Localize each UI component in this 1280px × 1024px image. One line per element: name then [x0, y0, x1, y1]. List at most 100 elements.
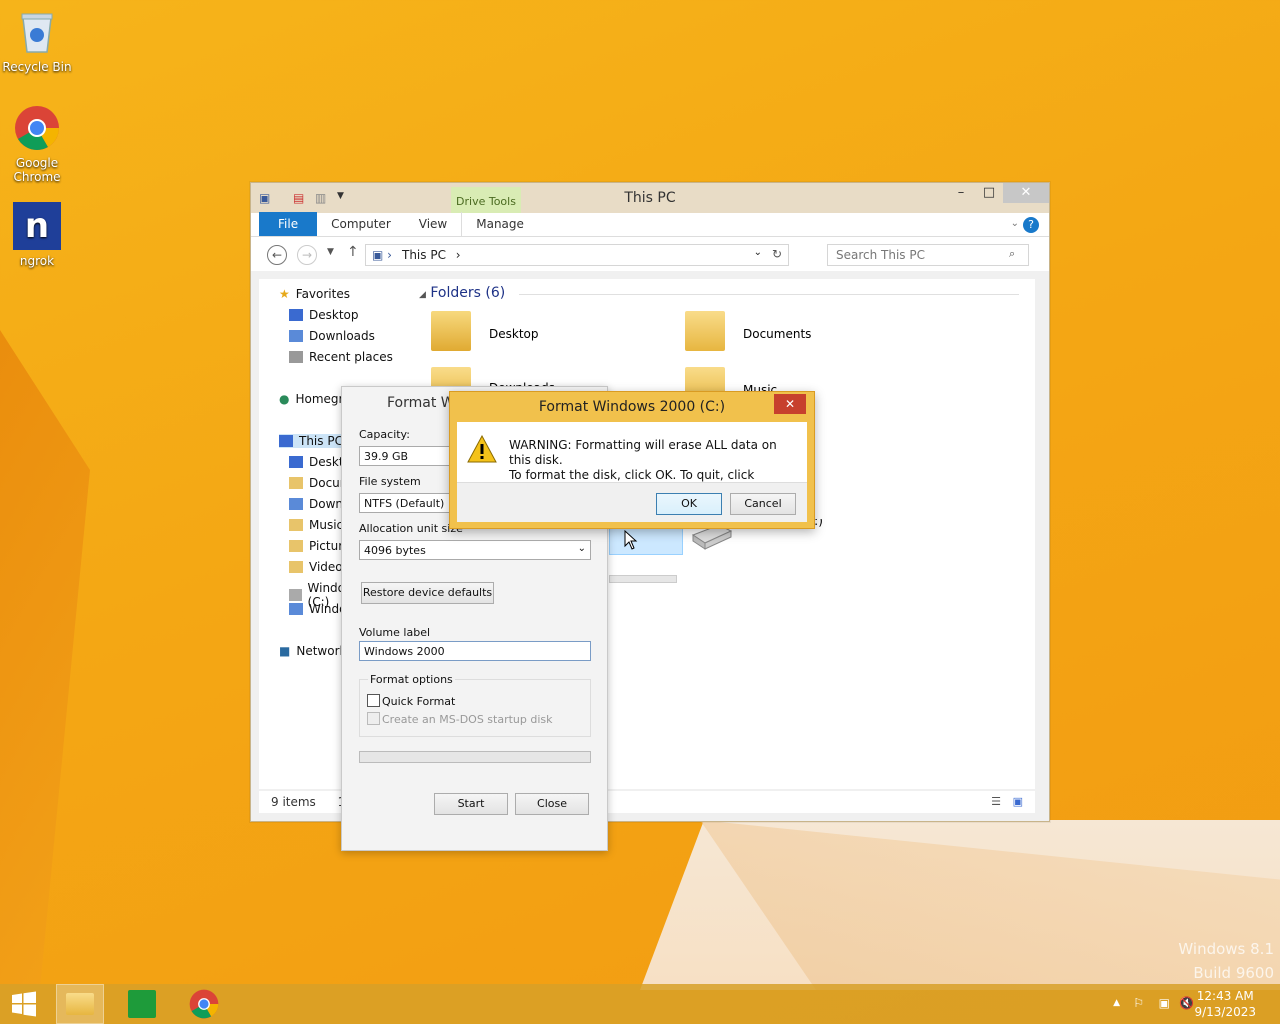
forward-icon[interactable]: → — [297, 245, 317, 265]
chevron-down-icon: ⌄ — [577, 543, 586, 554]
address-input[interactable]: ▣ › This PC › ⌄ ↻ — [365, 244, 789, 266]
back-icon[interactable]: ← — [267, 245, 287, 265]
msdos-label: Create an MS-DOS startup disk — [382, 713, 553, 726]
confirm-dialog: Format Windows 2000 (C:) ✕ WARNING: Form… — [449, 391, 815, 529]
confirm-close-button[interactable]: ✕ — [774, 394, 806, 414]
downloads-icon — [289, 330, 303, 342]
up-icon[interactable]: ↑ — [347, 244, 359, 260]
confirm-body: WARNING: Formatting will erase ALL data … — [457, 422, 807, 522]
documents-folder-icon — [685, 311, 725, 351]
this-pc-icon: ▣ › — [372, 248, 392, 262]
nav-fav-downloads[interactable]: Downloads — [289, 329, 375, 343]
quick-format-label: Quick Format — [382, 695, 456, 708]
tab-computer[interactable]: Computer — [317, 212, 405, 236]
windows-logo-icon — [12, 991, 36, 1017]
taskbar-file-explorer[interactable] — [56, 984, 104, 1024]
quick-format-checkbox[interactable] — [367, 694, 380, 707]
nav-fav-desktop[interactable]: Desktop — [289, 308, 359, 322]
volume-muted-icon[interactable]: 🔇 — [1179, 996, 1194, 1010]
desktop-icon-recycle-bin[interactable]: Recycle Bin — [2, 8, 72, 74]
taskbar-chrome[interactable] — [180, 984, 228, 1024]
os-watermark: Windows 8.1 — [1178, 940, 1274, 958]
tab-file[interactable]: File — [259, 212, 318, 236]
allocation-label: Allocation unit size — [359, 522, 463, 535]
desktop-icon-ngrok[interactable]: n ngrok — [2, 202, 72, 268]
address-bar-row: ← → ▼ ↑ ▣ › This PC › ⌄ ↻ Search This PC… — [251, 237, 1049, 271]
desktop-icon — [289, 309, 303, 321]
large-icons-view-icon[interactable]: ▣ — [1013, 795, 1023, 808]
close-format-button[interactable]: Close — [515, 793, 589, 815]
search-input[interactable]: Search This PC — [827, 244, 1029, 266]
folders-group-header[interactable]: ◢ Folders (6) — [419, 285, 505, 301]
nav-fav-recent[interactable]: Recent places — [289, 350, 393, 364]
allocation-value: 4096 bytes — [364, 544, 426, 557]
clock-time: 12:43 AM — [1196, 989, 1254, 1003]
volume-label-input[interactable]: Windows 2000 — [359, 641, 591, 661]
desktop-icon-label: Recycle Bin — [2, 60, 72, 74]
warning-icon — [467, 434, 497, 466]
chrome-icon — [13, 104, 61, 152]
wallpaper-shape — [0, 330, 90, 1024]
warning-line-1: WARNING: Formatting will erase ALL data … — [509, 438, 777, 467]
network-tray-icon[interactable]: ▣ — [1159, 996, 1170, 1010]
msdos-checkbox[interactable] — [367, 712, 380, 725]
folder-item-documents[interactable]: Documents — [743, 327, 811, 341]
ribbon-expand-icon[interactable]: ⌄ — [1011, 218, 1019, 229]
format-options-group — [359, 679, 591, 737]
os-build-watermark: Build 9600 — [1193, 964, 1274, 982]
homegroup-icon: ● — [279, 392, 290, 406]
file-explorer-icon — [66, 993, 94, 1015]
videos-icon — [289, 561, 303, 573]
details-view-icon[interactable]: ☰ — [991, 795, 1001, 808]
help-icon[interactable]: ? — [1023, 217, 1039, 233]
nav-network[interactable]: ■ Network — [279, 644, 346, 658]
address-text: This PC — [402, 248, 446, 262]
close-button[interactable]: ✕ — [1003, 183, 1049, 203]
taskbar-store[interactable] — [118, 984, 166, 1024]
desktop-icon-label: ngrok — [19, 254, 55, 268]
tab-view[interactable]: View — [405, 212, 461, 236]
group-divider — [519, 294, 1019, 295]
filesystem-label: File system — [359, 475, 421, 488]
maximize-button[interactable]: □ — [975, 183, 1003, 203]
tab-manage[interactable]: Manage — [461, 212, 538, 236]
desktop-icon-chrome[interactable]: Google Chrome — [2, 104, 72, 184]
refresh-icon[interactable]: ↻ — [772, 247, 782, 261]
music-icon — [289, 519, 303, 531]
minimize-button[interactable]: – — [947, 183, 975, 203]
explorer-titlebar[interactable]: ▣ ▤ ▥ ▼ Drive Tools This PC – □ ✕ — [251, 183, 1049, 213]
recent-places-icon — [289, 351, 303, 363]
address-dropdown-icon[interactable]: ⌄ — [754, 247, 762, 258]
cancel-button[interactable]: Cancel — [730, 493, 796, 515]
this-pc-icon — [279, 435, 293, 447]
documents-icon — [289, 477, 303, 489]
ok-button[interactable]: OK — [656, 493, 722, 515]
nav-pc-videos[interactable]: Videos — [289, 560, 349, 574]
capacity-label: Capacity: — [359, 428, 410, 441]
start-button[interactable]: Start — [434, 793, 508, 815]
nav-pc-music[interactable]: Music — [289, 518, 343, 532]
search-icon[interactable]: ⌕ — [1009, 247, 1015, 261]
network-icon: ■ — [279, 644, 291, 658]
show-hidden-icons-icon[interactable]: ▲ — [1113, 998, 1120, 1008]
drive-icon — [289, 589, 302, 601]
restore-defaults-button[interactable]: Restore device defaults — [361, 582, 494, 604]
desktop-icon-label: Google Chrome — [13, 156, 61, 184]
downloads-icon — [289, 498, 303, 510]
recycle-bin-icon — [13, 8, 61, 56]
folder-item-desktop[interactable]: Desktop — [489, 327, 539, 341]
allocation-select[interactable]: 4096 bytes ⌄ — [359, 540, 591, 560]
action-center-flag-icon[interactable]: ⚐ — [1133, 996, 1144, 1010]
taskbar: ▲ ⚐ ▣ 🔇 12:43 AM 9/13/2023 — [0, 984, 1280, 1024]
format-options-label: Format options — [368, 673, 455, 686]
clock[interactable]: 12:43 AM 9/13/2023 — [1194, 988, 1256, 1020]
collapse-icon: ◢ — [419, 290, 426, 300]
nav-favorites[interactable]: ★ Favorites — [279, 287, 350, 301]
chrome-icon — [189, 989, 219, 1019]
recent-locations-icon[interactable]: ▼ — [327, 247, 334, 257]
start-button-windows[interactable] — [0, 984, 48, 1024]
breadcrumb-chevron-icon[interactable]: › — [456, 248, 461, 262]
ribbon-tabs: File Computer View Manage ⌄ ? — [251, 212, 1049, 237]
window-title: This PC — [624, 190, 676, 206]
pictures-icon — [289, 540, 303, 552]
